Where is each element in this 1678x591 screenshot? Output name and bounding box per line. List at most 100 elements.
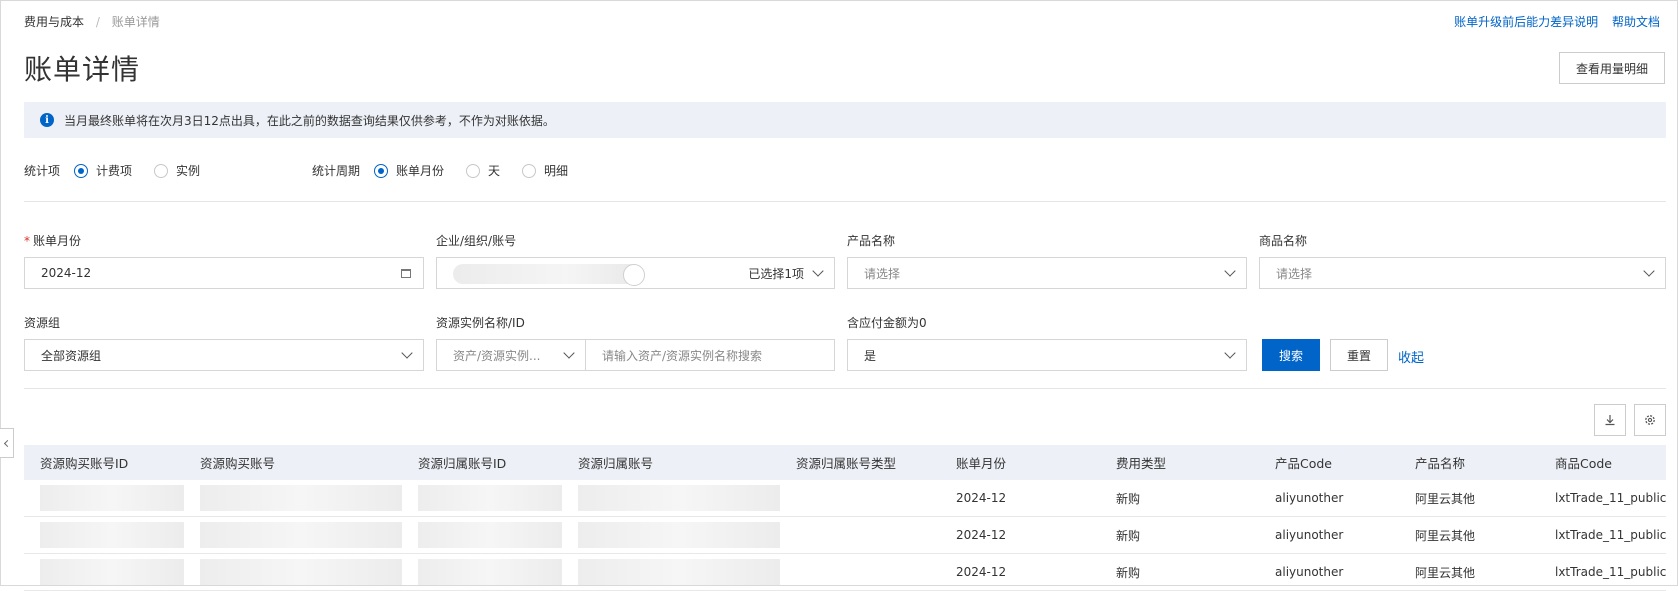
product-name-placeholder: 请选择 (864, 266, 901, 281)
masked-cell (402, 485, 562, 511)
resource-instance-field: 资源实例名称/ID 资产/资源实例... 请输入资产/资源实例名称搜索 (436, 316, 835, 371)
commodity-code-cell: lxtTrade_11_public... (1555, 528, 1666, 542)
top-links: 账单升级前后能力差异说明 帮助文档 (1444, 13, 1660, 30)
radio-day[interactable]: 天 (466, 162, 500, 179)
column-header: 产品名称 (1415, 456, 1466, 471)
product-name-field: 产品名称 请选择 (847, 234, 1247, 289)
masked-cell (402, 522, 562, 548)
instance-type-value: 资产/资源实例... (453, 348, 541, 363)
product-code-cell: aliyunother (1275, 565, 1344, 579)
masked-cell (24, 485, 184, 511)
column-header: 资源购买账号 (200, 456, 276, 471)
radio-instance[interactable]: 实例 (154, 162, 200, 179)
instance-search-input[interactable]: 请输入资产/资源实例名称搜索 (586, 339, 835, 371)
search-button[interactable]: 搜索 (1262, 339, 1320, 371)
radio-checked-icon (374, 163, 389, 178)
radio-unchecked-icon (522, 163, 537, 178)
column-header: 资源归属账号 (578, 456, 654, 471)
resource-group-field: 资源组 全部资源组 (24, 316, 424, 371)
column-header: 商品Code (1555, 456, 1613, 471)
required-mark: * (24, 234, 30, 248)
calendar-icon (401, 268, 411, 278)
radio-bill-month[interactable]: 账单月份 (374, 162, 444, 179)
download-icon (1605, 415, 1615, 426)
breadcrumb-current: 账单详情 (111, 15, 160, 29)
product-name-cell: 阿里云其他 (1415, 491, 1476, 506)
fee-type-cell: 新购 (1116, 491, 1141, 506)
upgrade-diff-link[interactable]: 账单升级前后能力差异说明 (1454, 15, 1598, 29)
product-name-label: 产品名称 (847, 234, 896, 248)
chevron-down-icon (812, 264, 824, 277)
product-code-cell: aliyunother (1275, 528, 1344, 542)
bill-month-cell: 2024-12 (956, 565, 1007, 579)
masked-cell (184, 559, 402, 585)
radio-billing-item[interactable]: 计费项 (74, 162, 132, 179)
account-label: 企业/组织/账号 (436, 234, 517, 248)
zero-payable-select[interactable]: 是 (847, 339, 1247, 371)
page-title: 账单详情 (24, 53, 141, 86)
column-header: 产品Code (1275, 456, 1333, 471)
table-row: 2024-12 新购 aliyunother 阿里云其他 lxtTrade_11… (24, 480, 1666, 517)
radio-label: 明细 (544, 164, 569, 178)
instance-type-select[interactable]: 资产/资源实例... (436, 339, 586, 371)
radio-label: 实例 (176, 164, 201, 178)
resource-group-label: 资源组 (24, 316, 61, 330)
stat-item-group: 统计项 计费项 实例 (24, 162, 222, 179)
bill-table: 资源购买账号ID 资源购买账号 资源归属账号ID 资源归属账号 资源归属账号类型… (24, 445, 1666, 591)
commodity-code-cell: lxtTrade_11_public... (1555, 491, 1666, 505)
radio-label: 天 (488, 164, 501, 178)
radio-detail[interactable]: 明细 (522, 162, 568, 179)
reset-button[interactable]: 重置 (1330, 339, 1388, 371)
settings-button[interactable] (1634, 404, 1666, 436)
masked-cell (184, 522, 402, 548)
radio-label: 账单月份 (396, 164, 445, 178)
fee-type-cell: 新购 (1116, 528, 1141, 543)
masked-cell (562, 485, 780, 511)
masked-cell (402, 559, 562, 585)
view-usage-detail-button[interactable]: 查看用量明细 (1559, 52, 1665, 84)
zero-payable-label: 含应付金额为0 (847, 316, 927, 330)
bill-month-picker[interactable]: 2024-12 (24, 257, 424, 289)
help-doc-link[interactable]: 帮助文档 (1612, 15, 1660, 29)
product-name-cell: 阿里云其他 (1415, 528, 1476, 543)
notice-text: 当月最终账单将在次月3日12点出具，在此之前的数据查询结果仅供参考，不作为对账依… (64, 113, 555, 128)
product-code-cell: aliyunother (1275, 491, 1344, 505)
masked-cell (24, 522, 184, 548)
breadcrumb-parent-link[interactable]: 费用与成本 (24, 15, 84, 29)
resource-instance-input-group: 资产/资源实例... 请输入资产/资源实例名称搜索 (436, 339, 835, 371)
chevron-left-icon (3, 439, 12, 447)
bill-month-cell: 2024-12 (956, 528, 1007, 542)
bill-month-label: * 账单月份 (24, 234, 82, 248)
bill-month-cell: 2024-12 (956, 491, 1007, 505)
bill-month-field: * 账单月份 2024-12 (24, 234, 424, 289)
breadcrumb-separator: / (95, 15, 100, 29)
download-button[interactable] (1594, 404, 1626, 436)
product-name-cell: 阿里云其他 (1415, 565, 1476, 580)
divider (24, 388, 1666, 389)
zero-payable-field: 含应付金额为0 是 (847, 316, 1247, 371)
commodity-name-select[interactable]: 请选择 (1259, 257, 1666, 289)
product-name-select[interactable]: 请选择 (847, 257, 1247, 289)
gear-icon (1645, 415, 1655, 425)
radio-label: 计费项 (96, 164, 133, 178)
commodity-name-label: 商品名称 (1259, 234, 1308, 248)
chevron-down-icon (1224, 346, 1236, 359)
account-select[interactable]: 已选择1项 (436, 257, 835, 289)
chevron-down-icon (1643, 264, 1655, 277)
side-collapse-tab[interactable] (0, 428, 14, 458)
masked-cell (562, 559, 780, 585)
masked-cell (184, 485, 402, 511)
table-header: 资源购买账号ID 资源购买账号 资源归属账号ID 资源归属账号 资源归属账号类型… (24, 445, 1666, 480)
masked-cell (562, 522, 780, 548)
collapse-link[interactable]: 收起 (1398, 347, 1424, 366)
instance-search-placeholder: 请输入资产/资源实例名称搜索 (602, 348, 763, 363)
chevron-down-icon (563, 346, 575, 359)
zero-payable-value: 是 (864, 348, 877, 363)
stat-period-label: 统计周期 (312, 164, 361, 178)
resource-group-select[interactable]: 全部资源组 (24, 339, 424, 371)
column-header: 资源购买账号ID (40, 456, 129, 471)
table-row: 2024-12 新购 aliyunother 阿里云其他 lxtTrade_11… (24, 554, 1666, 591)
divider (24, 201, 1666, 202)
commodity-name-field: 商品名称 请选择 (1259, 234, 1666, 289)
commodity-code-cell: lxtTrade_11_public... (1555, 565, 1666, 579)
